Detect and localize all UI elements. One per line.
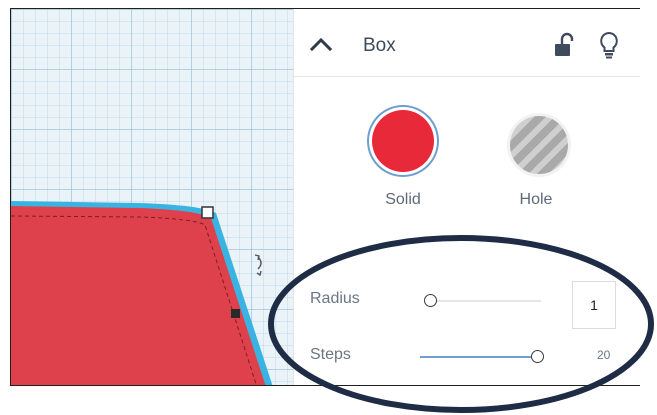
shape-inspector-panel: Box Solid Hole Radius Steps 20 [293,9,640,385]
solid-color-swatch[interactable] [372,110,434,172]
steps-value: 20 [597,348,611,362]
edge-handle[interactable] [231,309,240,318]
hole-swatch[interactable] [507,113,571,177]
chevron-up-icon [309,37,333,52]
hole-label: Hole [519,191,553,208]
shape-title[interactable]: Box [363,35,396,57]
corner-handle[interactable] [201,206,214,219]
steps-slider-track[interactable] [420,356,538,358]
light-button[interactable] [598,30,620,60]
radius-slider-track[interactable] [429,300,541,302]
inspector-header: Box [294,9,640,77]
solid-label: Solid [385,191,421,208]
unlock-icon [555,32,574,56]
radius-label: Radius [310,290,360,307]
lightbulb-icon [600,31,618,59]
radius-input[interactable] [572,281,616,329]
lock-button[interactable] [553,32,575,58]
steps-slider-thumb[interactable] [531,350,544,363]
rotate-handle-icon[interactable] [254,254,262,277]
steps-label: Steps [310,346,351,363]
radius-slider-thumb[interactable] [424,294,437,307]
collapse-button[interactable] [308,33,334,55]
